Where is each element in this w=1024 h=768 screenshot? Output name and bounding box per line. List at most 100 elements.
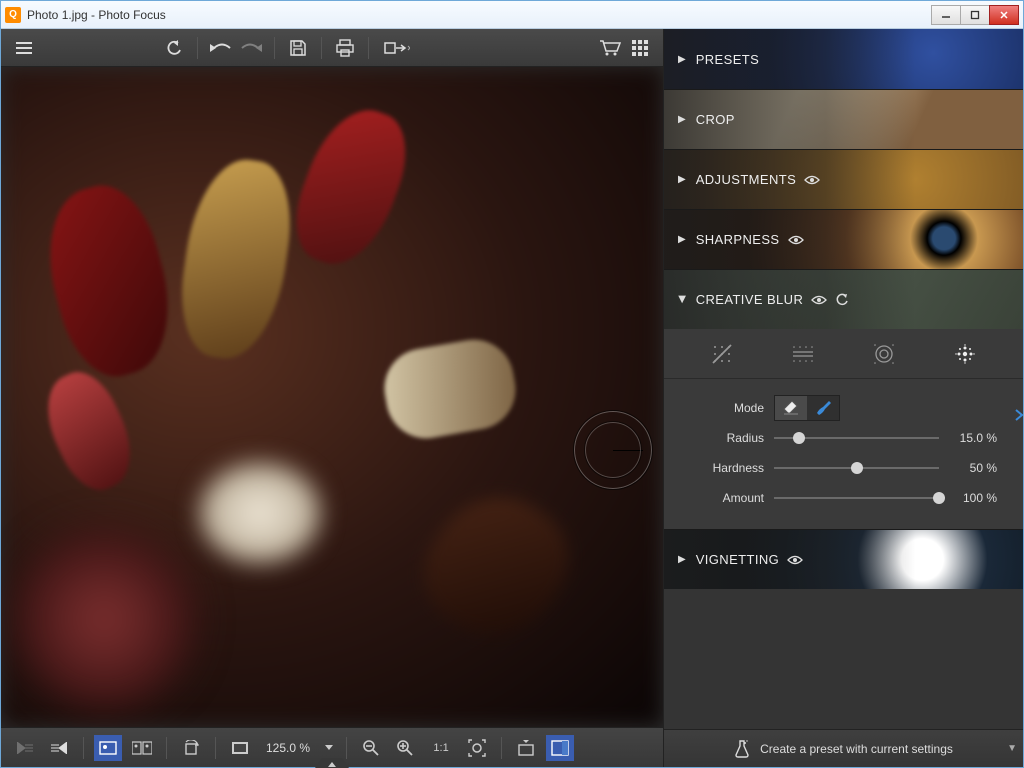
- hardness-value: 50 %: [939, 461, 997, 475]
- zoom-dropdown-button[interactable]: [322, 735, 336, 761]
- compare-split-button[interactable]: [128, 735, 156, 761]
- panel-label: ADJUSTMENTS: [696, 172, 796, 187]
- app-window: Q Photo 1.jpg - Photo Focus: [0, 0, 1024, 768]
- app-icon: Q: [5, 7, 21, 23]
- eye-icon[interactable]: [811, 295, 827, 305]
- separator: [368, 37, 369, 59]
- reset-icon[interactable]: [835, 293, 849, 307]
- app-body: 125.0 % 1:1 ▶ PRESETS ▶ CROP: [1, 29, 1023, 767]
- separator: [83, 737, 84, 759]
- rotate-button[interactable]: [177, 735, 205, 761]
- hardness-slider[interactable]: [774, 458, 939, 478]
- fit-screen-button[interactable]: [226, 735, 254, 761]
- chevron-right-icon: ▶: [678, 234, 686, 245]
- panel-creative-blur-header[interactable]: ▶ CREATIVE BLUR: [664, 269, 1023, 329]
- minimize-button[interactable]: [931, 5, 961, 25]
- separator: [321, 37, 322, 59]
- chevron-down-icon: ▶: [676, 296, 687, 304]
- blur-type-radial[interactable]: [868, 338, 900, 370]
- eye-icon[interactable]: [787, 555, 803, 565]
- zoom-out-button[interactable]: [357, 735, 385, 761]
- chevron-right-icon: ▶: [678, 554, 686, 565]
- window-title: Photo 1.jpg - Photo Focus: [27, 8, 932, 22]
- undo-button[interactable]: [206, 34, 236, 62]
- export-button[interactable]: [377, 34, 417, 62]
- mode-buttons: [774, 395, 840, 421]
- radius-label: Radius: [664, 431, 774, 445]
- brush-cursor-icon: [573, 410, 653, 490]
- mode-brush-button[interactable]: [807, 396, 839, 420]
- chevron-right-icon: ▶: [678, 174, 686, 185]
- show-panels-button[interactable]: [546, 735, 574, 761]
- chevron-right-icon: ▶: [678, 114, 686, 125]
- redo-button[interactable]: [236, 34, 266, 62]
- window-buttons: [932, 5, 1019, 25]
- panel-sharpness-header[interactable]: ▶ SHARPNESS: [664, 209, 1023, 269]
- fit-zoom-button[interactable]: [463, 735, 491, 761]
- bottom-toolbar: 125.0 % 1:1: [1, 727, 663, 767]
- radius-slider[interactable]: [774, 428, 939, 448]
- maximize-button[interactable]: [960, 5, 990, 25]
- grid-view-button[interactable]: [625, 34, 655, 62]
- filmstrip-toggle[interactable]: [315, 758, 349, 768]
- blur-sliders: Mode Radius 15.0 % Hardness: [664, 379, 1023, 513]
- undo-all-button[interactable]: [159, 34, 189, 62]
- image-canvas[interactable]: [1, 67, 663, 727]
- top-toolbar: [1, 29, 663, 67]
- next-image-button[interactable]: [45, 735, 73, 761]
- separator: [501, 737, 502, 759]
- left-pane: 125.0 % 1:1: [1, 29, 663, 767]
- radius-row: Radius 15.0 %: [664, 423, 997, 453]
- panel-presets-header[interactable]: ▶ PRESETS: [664, 29, 1023, 89]
- mode-row: Mode: [664, 393, 997, 423]
- edited-photo: [1, 67, 663, 727]
- separator: [197, 37, 198, 59]
- separator: [274, 37, 275, 59]
- amount-label: Amount: [664, 491, 774, 505]
- panel-label: PRESETS: [696, 52, 759, 67]
- blur-type-custom[interactable]: [949, 338, 981, 370]
- collapse-right-panel[interactable]: [1014, 407, 1024, 423]
- separator: [346, 737, 347, 759]
- panel-label: CROP: [696, 112, 735, 127]
- save-button[interactable]: [283, 34, 313, 62]
- panel-crop-header[interactable]: ▶ CROP: [664, 89, 1023, 149]
- blur-type-row: [664, 329, 1023, 379]
- panel-label: CREATIVE BLUR: [696, 292, 804, 307]
- zoom-value[interactable]: 125.0 %: [260, 741, 316, 755]
- blur-type-none[interactable]: [706, 338, 738, 370]
- print-button[interactable]: [330, 34, 360, 62]
- flask-icon: [734, 740, 750, 758]
- amount-value: 100 %: [939, 491, 997, 505]
- mode-erase-button[interactable]: [775, 396, 807, 420]
- close-button[interactable]: [989, 5, 1019, 25]
- hardness-row: Hardness 50 %: [664, 453, 997, 483]
- panel-creative-blur-body: Mode Radius 15.0 % Hardness: [664, 329, 1023, 529]
- separator: [166, 737, 167, 759]
- panel-vignetting-header[interactable]: ▶ VIGNETTING: [664, 529, 1023, 589]
- panel-label: VIGNETTING: [696, 552, 779, 567]
- cart-button[interactable]: [595, 34, 625, 62]
- create-preset-label: Create a preset with current settings: [760, 742, 953, 756]
- panel-spacer: [664, 589, 1023, 729]
- amount-slider[interactable]: [774, 488, 939, 508]
- zoom-in-button[interactable]: [391, 735, 419, 761]
- blur-type-linear[interactable]: [787, 338, 819, 370]
- compare-single-button[interactable]: [94, 735, 122, 761]
- chevron-down-icon: ▼: [1007, 743, 1017, 754]
- create-preset-button[interactable]: Create a preset with current settings ▼: [664, 729, 1023, 767]
- eye-icon[interactable]: [804, 175, 820, 185]
- hide-panels-button[interactable]: [512, 735, 540, 761]
- menu-button[interactable]: [9, 34, 39, 62]
- eye-icon[interactable]: [788, 235, 804, 245]
- prev-image-button[interactable]: [11, 735, 39, 761]
- one-to-one-button[interactable]: 1:1: [425, 735, 457, 761]
- titlebar: Q Photo 1.jpg - Photo Focus: [1, 1, 1023, 29]
- panel-label: SHARPNESS: [696, 232, 780, 247]
- separator: [215, 737, 216, 759]
- mode-label: Mode: [664, 401, 774, 415]
- right-panel: ▶ PRESETS ▶ CROP ▶ ADJUSTMENTS ▶ SHARPNE…: [663, 29, 1023, 767]
- radius-value: 15.0 %: [939, 431, 997, 445]
- panel-adjustments-header[interactable]: ▶ ADJUSTMENTS: [664, 149, 1023, 209]
- chevron-right-icon: ▶: [678, 54, 686, 65]
